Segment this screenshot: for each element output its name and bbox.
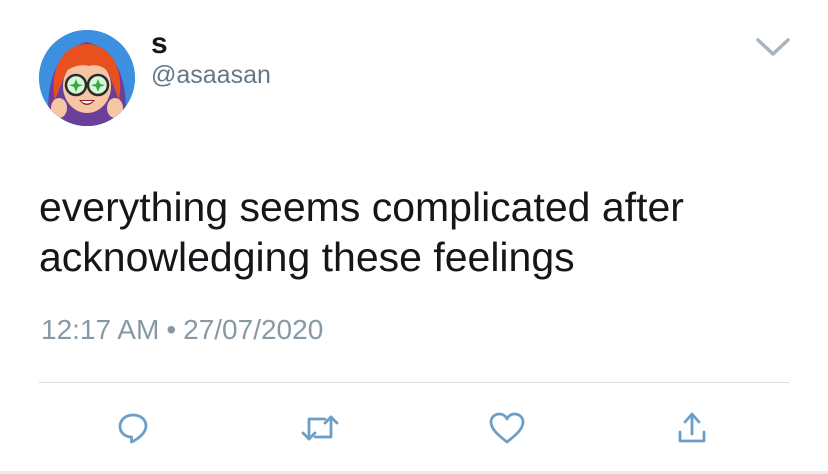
retweet-button[interactable]	[300, 408, 340, 448]
divider	[39, 382, 789, 383]
share-button[interactable]	[672, 408, 712, 448]
chevron-down-icon[interactable]	[755, 36, 791, 58]
retweet-icon	[301, 415, 339, 441]
meta-separator: •	[166, 314, 177, 345]
share-icon	[678, 412, 706, 443]
like-button[interactable]	[487, 408, 527, 448]
reply-button[interactable]	[113, 408, 153, 448]
tweet-time: 12:17 AM	[41, 314, 160, 345]
tweet-date: 27/07/2020	[183, 314, 324, 345]
user-handle[interactable]: @asaasan	[151, 60, 271, 90]
avatar[interactable]	[39, 30, 135, 126]
tweet-timestamp[interactable]: 12:17 AM • 27/07/2020	[41, 312, 323, 348]
reply-icon	[118, 413, 148, 444]
display-name[interactable]: s	[151, 26, 168, 62]
tweet-text: everything seems complicated after ackno…	[39, 184, 684, 280]
avatar-cartoon-image	[39, 30, 135, 126]
like-icon	[489, 412, 525, 444]
